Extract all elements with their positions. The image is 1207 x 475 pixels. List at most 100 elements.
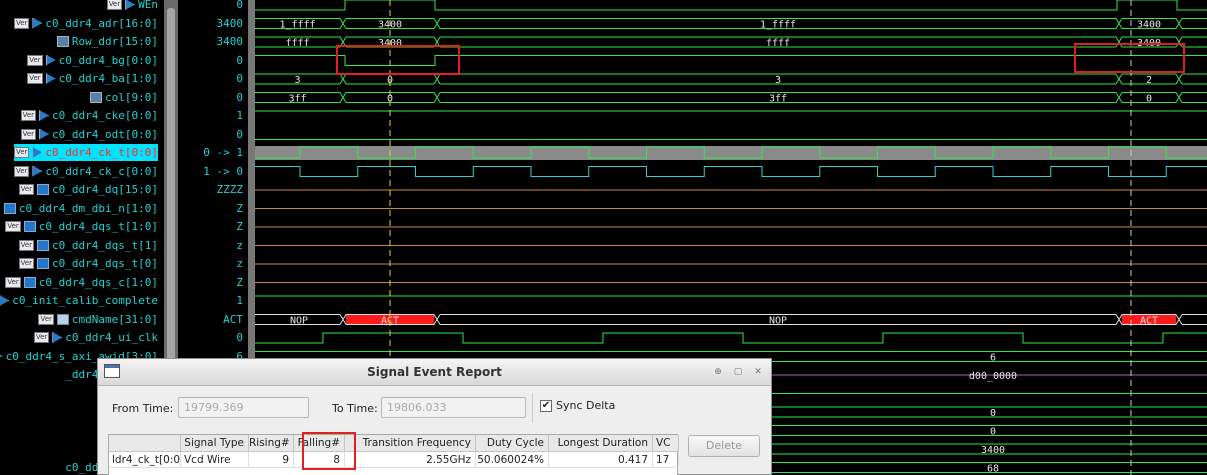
signal-row[interactable]: Ver c0_ddr4_ui_clk — [33, 329, 158, 346]
col-header-rising[interactable]: Rising# — [249, 435, 294, 452]
col-bus-transition — [1175, 92, 1183, 103]
col-bus-transition — [1115, 92, 1123, 103]
maximize-icon[interactable]: ▢ — [730, 365, 746, 379]
event-report-table[interactable]: Signal Type Rising# Falling# Transition … — [108, 434, 679, 475]
out-icon — [32, 165, 43, 177]
signal-name: c0_ddr4_odt[0:0] — [52, 127, 158, 141]
cell-longest-duration[interactable]: 0.417 — [549, 452, 653, 468]
signal-row[interactable]: Ver c0_ddr4_dqs_t[1] — [18, 237, 158, 254]
signal-row[interactable]: Ver c0_ddr4_dqs_t[0] — [18, 255, 158, 272]
signal-row[interactable]: Ver c0_ddr4_adr[16:0] — [13, 15, 158, 32]
row-bus-label: ffff — [766, 38, 790, 49]
ver-badge-icon: Ver — [13, 17, 30, 29]
col-bus-transition — [433, 92, 441, 103]
delete-button[interactable]: Delete — [688, 435, 760, 457]
ver-badge-icon: Ver — [38, 313, 54, 325]
close-icon[interactable]: ✕ — [750, 365, 766, 379]
signal-row[interactable]: Ver c0_ddr4_ck_c[0:0] — [13, 163, 158, 180]
signal-name: c0_ddr4_ck_t[0:0] — [45, 146, 158, 159]
dialog-title: Signal Event Report — [367, 365, 502, 379]
ck-c-trace — [255, 166, 1207, 177]
ui-clk-trace — [255, 332, 1207, 344]
dialog-titlebar[interactable]: Signal Event Report ⊕ ▢ ✕ — [98, 359, 771, 386]
ba-bus-label: 3 — [775, 75, 781, 86]
sync-delta-checkbox[interactable]: ✔ Sync Delta — [540, 399, 615, 412]
ba-bus-transition — [1115, 73, 1123, 85]
signal-row[interactable]: Ver c0_ddr4_dqs_t[1:0] — [5, 218, 158, 235]
restore-icon[interactable]: ⊕ — [710, 365, 726, 379]
ba-bus-transition — [433, 73, 441, 85]
sync-delta-label: Sync Delta — [556, 399, 616, 412]
ba-bus-transition — [1175, 73, 1183, 85]
col-header-signal[interactable] — [109, 435, 181, 452]
bidir-icon — [23, 276, 36, 288]
out-icon — [32, 17, 43, 29]
signal-name: c0_ddr4_dqs_t[0] — [52, 257, 158, 270]
ba-bus-segment — [1182, 73, 1207, 85]
signal-name: WEn — [138, 0, 158, 11]
signal-name: c0_ddr4_dm_dbi_n[1:0] — [18, 201, 158, 215]
col-bus-label: 0 — [1146, 94, 1152, 105]
col-bus-segment — [1182, 92, 1207, 103]
cell-signal[interactable]: ldr4_ck_t[0:0] — [109, 452, 181, 468]
cmd-label: NOP — [769, 316, 787, 327]
out-icon — [45, 73, 56, 84]
ver-badge-icon: Ver — [33, 332, 50, 343]
signal-row[interactable]: Ver c0_ddr4_ba[1:0] — [27, 70, 158, 87]
bg-trace — [255, 55, 1207, 66]
signal-row[interactable]: c0_ddr4_dm_dbi_n[1:0] — [3, 200, 158, 217]
out-icon — [0, 350, 3, 362]
cell-signal-type[interactable]: Vcd Wire — [181, 452, 249, 468]
signal-row[interactable]: Row_ddr[15:0] — [56, 33, 158, 50]
signal-row[interactable]: col[9:0] — [90, 89, 158, 106]
signal-row[interactable]: Ver cmdName[31:0] — [38, 311, 158, 328]
bidir-icon — [37, 239, 50, 251]
signal-name: cmdName[31:0] — [71, 312, 158, 326]
signal-event-report-dialog[interactable]: Signal Event Report ⊕ ▢ ✕ From Time: 197… — [97, 358, 772, 475]
from-time-field[interactable]: 19799.369 — [178, 397, 309, 418]
signal-value: z — [236, 238, 243, 252]
cell-transition-frequency[interactable]: 2.55GHz — [345, 452, 476, 468]
to-time-field[interactable]: 19806.033 — [381, 397, 526, 418]
signal-row[interactable]: Ver c0_ddr4_dqs_c[1:0] — [5, 274, 158, 291]
cmd-bus-transition — [1175, 314, 1183, 325]
signal-name: c0_ddr4_dqs_t[1:0] — [38, 220, 158, 233]
col-header-signal-type[interactable]: Signal Type — [181, 435, 249, 452]
col-header-vc[interactable]: VC — [653, 435, 679, 452]
bidir-icon — [3, 202, 16, 214]
bidir-icon — [23, 221, 36, 232]
signal-name: c0_ddr4_cke[0:0] — [52, 109, 158, 122]
signal-row[interactable]: Ver c0_ddr4_odt[0:0] — [20, 126, 158, 143]
cell-rising[interactable]: 9 — [249, 452, 294, 468]
col-header-longest-duration[interactable]: Longest Duration — [549, 435, 653, 452]
highlight-box-1 — [336, 45, 460, 75]
signal-row[interactable]: Ver c0_ddr4_bg[0:0] — [27, 52, 158, 69]
signal-row[interactable]: Ver c0_ddr4_dq[15:0] — [18, 181, 158, 198]
signal-value: 3400 — [216, 16, 244, 30]
wen-trace — [255, 0, 1207, 11]
signal-row[interactable]: c0_init_calib_complete — [0, 292, 158, 309]
ver-badge-icon: Ver — [13, 165, 30, 177]
col-bus-label: 3ff — [769, 94, 787, 105]
signal-row[interactable]: Ver c0_ddr4_ck_t[0:0] — [13, 144, 158, 161]
checkbox-check-icon[interactable]: ✔ — [540, 399, 552, 412]
adr-bus-transition — [1175, 18, 1183, 29]
ver-badge-icon: Ver — [20, 128, 37, 140]
col-header-duty-cycle[interactable]: Duty Cycle — [476, 435, 549, 452]
ver-badge-icon: Ver — [18, 239, 35, 251]
signal-row[interactable]: Ver c0_ddr4_cke[0:0] — [20, 107, 158, 124]
col-header-transition-frequency[interactable]: Transition Frequency — [345, 435, 476, 452]
out-icon — [39, 128, 50, 140]
signal-name: c0_ddr4_dq[15:0] — [52, 183, 158, 196]
cmd-bus-transition — [433, 314, 441, 325]
signal-name: c0_ddr4_adr[16:0] — [45, 16, 158, 30]
ver-badge-icon: Ver — [18, 184, 35, 195]
cell-duty-cycle[interactable]: 50.060024% — [476, 452, 549, 468]
signal-value: 1 — [236, 109, 243, 122]
signal-row[interactable]: Ver WEn — [106, 0, 158, 13]
bidir-icon — [37, 184, 50, 195]
low-label: 68 — [987, 464, 999, 475]
cell-vc[interactable]: 17 — [653, 452, 679, 468]
cmd-bus-segment — [1182, 314, 1207, 325]
ver-badge-icon: Ver — [20, 110, 37, 121]
